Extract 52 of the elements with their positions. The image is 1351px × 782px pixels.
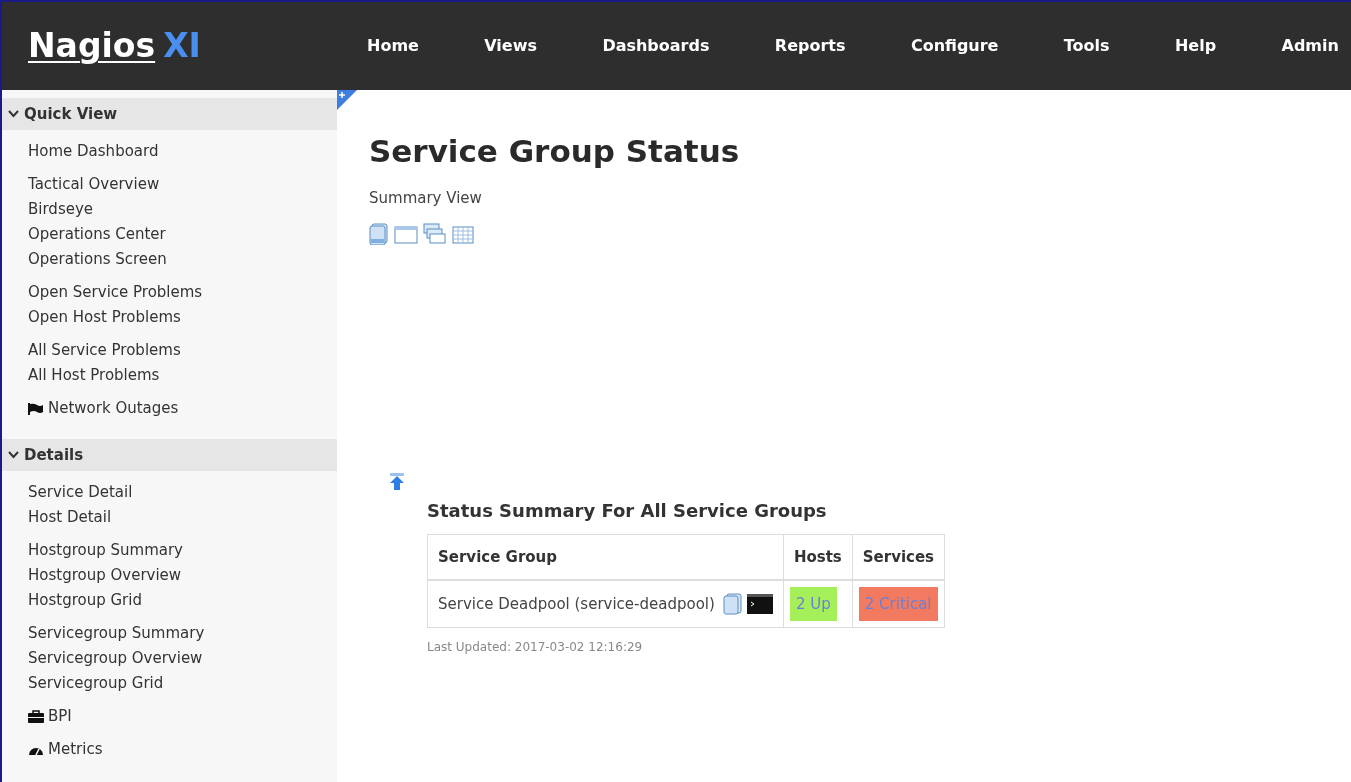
sidebar-link[interactable]: Metrics — [28, 737, 103, 762]
page-title: Service Group Status — [369, 132, 741, 171]
sidebar-link[interactable]: Hostgroup Grid — [28, 588, 142, 613]
sidebar-link[interactable]: Open Service Problems — [28, 280, 203, 305]
chevron-icon — [8, 110, 19, 118]
document-icon[interactable] — [369, 223, 389, 245]
flag-icon — [28, 402, 44, 415]
sidebar-link[interactable]: Servicegroup Overview — [28, 646, 203, 671]
sidebar-link[interactable]: All Service Problems — [28, 338, 181, 363]
nav-link[interactable]: Admin — [1281, 34, 1339, 58]
sidebar-link[interactable]: BPI — [28, 704, 72, 729]
sidebar-link[interactable]: Open Host Problems — [28, 305, 181, 330]
sidebar-link[interactable]: All Host Problems — [28, 363, 160, 388]
expand-corner-icon[interactable] — [337, 90, 357, 110]
briefcase-icon — [28, 710, 44, 723]
logo-suffix[interactable]: XI — [163, 21, 201, 71]
column-header: Services — [852, 534, 945, 580]
section-heading: Status Summary For All Service Groups — [427, 499, 828, 523]
chevron-icon — [8, 451, 19, 459]
sidebar-link[interactable]: Hostgroup Summary — [28, 538, 183, 563]
column-header: Hosts — [783, 534, 853, 580]
sidebar-section-header[interactable]: Quick View — [2, 98, 337, 130]
sidebar-link[interactable]: Birdseye — [28, 197, 94, 222]
sidebar-link[interactable]: Operations Center — [28, 222, 166, 247]
nav-link[interactable]: Configure — [910, 34, 999, 58]
sidebar-section-header[interactable]: Details — [2, 439, 337, 471]
sidebar-link[interactable]: Servicegroup Grid — [28, 671, 164, 696]
sidebar-link[interactable]: Servicegroup Summary — [28, 621, 205, 646]
upload-arrow-icon[interactable] — [389, 473, 405, 491]
sidebar-link[interactable]: Network Outages — [28, 396, 179, 421]
nav-link[interactable]: Views — [484, 34, 537, 58]
table-cell-text: Service Deadpool (service-deadpool) — [438, 593, 715, 615]
last-updated-text: Last Updated: 2017-03-02 12:16:29 — [427, 639, 644, 656]
nav-link[interactable]: Dashboards — [602, 34, 710, 58]
sidebar-link[interactable]: Hostgroup Overview — [28, 563, 182, 588]
logo-text[interactable]: Nagios — [28, 21, 156, 71]
sidebar-link[interactable]: Home Dashboard — [28, 139, 159, 164]
terminal-icon[interactable] — [746, 593, 773, 614]
nav-link[interactable]: Tools — [1063, 34, 1110, 58]
window-icon[interactable] — [394, 225, 418, 245]
nav-link[interactable]: Reports — [774, 34, 846, 58]
sidebar-link[interactable]: Tactical Overview — [28, 172, 160, 197]
stacked-windows-icon[interactable] — [423, 223, 447, 245]
sidebar-link[interactable]: Operations Screen — [28, 247, 167, 272]
page-subtitle: Summary View — [369, 187, 483, 209]
column-header: Service Group — [427, 534, 784, 580]
table-icon[interactable] — [452, 225, 474, 245]
document-icon[interactable] — [722, 592, 743, 615]
sidebar-link[interactable]: Service Detail — [28, 480, 133, 505]
nav-link[interactable]: Home — [367, 34, 419, 58]
sidebar-link[interactable]: Host Detail — [28, 505, 112, 530]
nav-link[interactable]: Help — [1174, 34, 1217, 58]
